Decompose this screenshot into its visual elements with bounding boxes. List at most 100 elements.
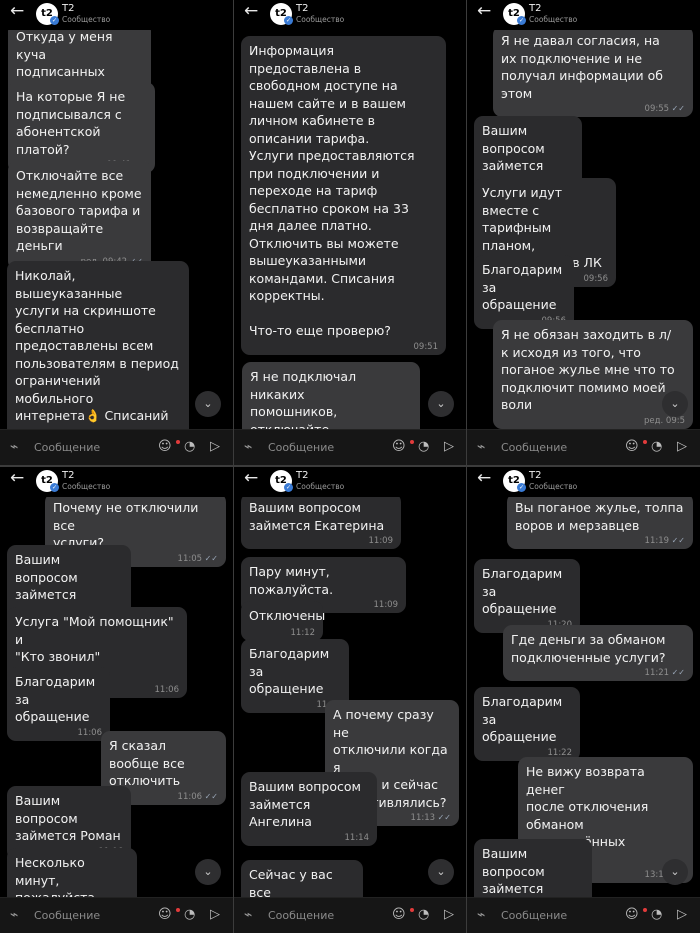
message-text: Благодарим за обращение	[482, 262, 563, 312]
scroll-down-icon[interactable]: ⌄	[428, 859, 454, 885]
scroll-down-icon[interactable]: ⌄	[195, 859, 221, 885]
read-check-icon: ✓✓	[669, 536, 685, 545]
incoming-message[interactable]: Вашим вопросом займется Ангелина 11:14	[241, 772, 377, 846]
emoji-icon[interactable]: ☺	[392, 439, 406, 455]
gif-icon[interactable]: ▷	[210, 907, 220, 923]
message-time: 11:09	[369, 536, 394, 546]
outgoing-message[interactable]: Вы поганое жулье, толпа воров и мерзавце…	[507, 493, 693, 549]
emoji-icon[interactable]: ☺	[625, 439, 639, 455]
compose-bar: ⌁Сообщение☺◔▷♪	[0, 897, 233, 933]
read-check-icon: ✓✓	[202, 553, 218, 563]
chat-screenshot-4: Почему не отключили все услуги? 11:05 ✓✓ В…	[0, 467, 233, 933]
gif-icon[interactable]: ▷	[444, 907, 454, 923]
message-input[interactable]: Сообщение	[268, 441, 334, 454]
incoming-message[interactable]: Благодарим за обращение 11:22	[474, 687, 580, 761]
panel-divider	[0, 465, 700, 467]
message-input[interactable]: Сообщение	[34, 441, 100, 454]
message-input[interactable]: Сообщение	[34, 909, 100, 922]
incoming-message[interactable]: Вашим вопросом займется Екатерина 11:09	[241, 493, 401, 549]
verified-check-icon: ✓	[284, 16, 293, 25]
sticker-icon[interactable]: ◔	[418, 907, 429, 923]
message-feed[interactable]: Вы поганое жулье, толпа воров и мерзавце…	[467, 467, 700, 930]
message-time-label: 11:12	[290, 628, 316, 638]
sticker-icon[interactable]: ◔	[184, 907, 195, 923]
scroll-down-icon[interactable]: ⌄	[428, 391, 454, 417]
chat-subtitle: Сообщество	[62, 15, 111, 24]
message-time: 11:22	[548, 748, 573, 758]
chat-subtitle: Сообщество	[529, 15, 578, 24]
message-text: Вашим вопросом займется Роман	[15, 793, 121, 843]
paperclip-icon[interactable]: ⌁	[477, 907, 485, 923]
outgoing-message[interactable]: Отключайте все немедленно кроме базового…	[8, 161, 151, 270]
chat-title[interactable]: Т2	[62, 3, 74, 14]
message-input[interactable]: Сообщение	[501, 909, 567, 922]
incoming-message[interactable]: Благодарим за обращение09:56	[474, 255, 574, 329]
back-arrow-icon[interactable]: ←	[10, 2, 24, 20]
chat-title[interactable]: Т2	[529, 470, 541, 481]
chat-title[interactable]: Т2	[62, 470, 74, 481]
chat-header: ← t2 ✓ Т2 Сообщество	[0, 467, 233, 497]
paperclip-icon[interactable]: ⌁	[10, 439, 18, 455]
incoming-message[interactable]: Благодарим за обращение11:20	[474, 559, 580, 633]
back-arrow-icon[interactable]: ←	[10, 469, 24, 487]
message-time: 09:51	[414, 342, 439, 352]
message-feed[interactable]: Информация предоставлена в свободном дос…	[234, 0, 466, 453]
message-input[interactable]: Сообщение	[501, 441, 567, 454]
message-text: Вы поганое жулье, толпа воров и мерзавце…	[515, 500, 684, 533]
outgoing-message[interactable]: На которые Я не подписывался с абонентск…	[8, 82, 155, 173]
scroll-down-icon[interactable]: ⌄	[662, 391, 688, 417]
gif-icon[interactable]: ▷	[210, 439, 220, 455]
emoji-icon[interactable]: ☺	[625, 907, 639, 923]
gif-icon[interactable]: ▷	[677, 439, 687, 455]
back-arrow-icon[interactable]: ←	[477, 2, 491, 20]
scroll-down-icon[interactable]: ⌄	[662, 859, 688, 885]
gif-icon[interactable]: ▷	[444, 439, 454, 455]
back-arrow-icon[interactable]: ←	[244, 469, 258, 487]
back-arrow-icon[interactable]: ←	[244, 2, 258, 20]
paperclip-icon[interactable]: ⌁	[477, 439, 485, 455]
message-text: Где деньги за обманом подключенные услуг…	[511, 632, 666, 665]
notification-dot	[410, 908, 414, 912]
paperclip-icon[interactable]: ⌁	[244, 907, 252, 923]
chat-subtitle: Сообщество	[529, 482, 578, 491]
gif-icon[interactable]: ▷	[677, 907, 687, 923]
message-time: 09:56	[584, 274, 609, 284]
chat-subtitle: Сообщество	[296, 482, 345, 491]
incoming-message[interactable]: Отключены 11:12	[241, 601, 325, 641]
outgoing-message[interactable]: Я не обязан заходить в л/ к исходя из то…	[493, 320, 693, 429]
incoming-message[interactable]: Благодарим за обращение 11:06	[7, 667, 110, 741]
back-arrow-icon[interactable]: ←	[477, 469, 491, 487]
message-input[interactable]: Сообщение	[268, 909, 334, 922]
incoming-message[interactable]: Информация предоставлена в свободном дос…	[241, 36, 446, 355]
emoji-icon[interactable]: ☺	[158, 439, 172, 455]
read-check-icon: ✓✓	[669, 668, 685, 677]
sticker-icon[interactable]: ◔	[418, 439, 429, 455]
message-time-label: 11:13	[410, 813, 436, 823]
emoji-icon[interactable]: ☺	[158, 907, 172, 923]
verified-check-icon: ✓	[517, 16, 526, 25]
message-time-label: 11:06	[154, 685, 180, 695]
outgoing-message[interactable]: Где деньги за обманом подключенные услуг…	[503, 625, 693, 681]
chat-screenshot-2: Информация предоставлена в свободном дос…	[234, 0, 466, 465]
message-time-label: 11:09	[373, 600, 399, 610]
scroll-down-icon[interactable]: ⌄	[195, 391, 221, 417]
paperclip-icon[interactable]: ⌁	[10, 907, 18, 923]
compose-bar: ⌁Сообщение☺◔▷♪	[467, 897, 700, 933]
message-feed[interactable]: Я не давал согласия, на их подключение и…	[467, 0, 700, 429]
message-time: 11:05 ✓✓	[178, 554, 218, 564]
chat-title[interactable]: Т2	[296, 470, 308, 481]
message-time: 11:06	[78, 728, 103, 738]
outgoing-message[interactable]: Я не давал согласия, на их подключение и…	[493, 26, 693, 117]
message-feed[interactable]: Откуда у меня куча подписанных услуг?09:…	[0, 0, 233, 465]
chat-title[interactable]: Т2	[296, 3, 308, 14]
message-time-label: 09:56	[583, 273, 609, 284]
sticker-icon[interactable]: ◔	[184, 439, 195, 455]
message-feed[interactable]: Вашим вопросом займется Екатерина 11:09 Па…	[234, 467, 466, 933]
emoji-icon[interactable]: ☺	[392, 907, 406, 923]
chat-title[interactable]: Т2	[529, 3, 541, 14]
sticker-icon[interactable]: ◔	[651, 907, 662, 923]
message-time-label: 11:06	[177, 791, 203, 802]
paperclip-icon[interactable]: ⌁	[244, 439, 252, 455]
sticker-icon[interactable]: ◔	[651, 439, 662, 455]
message-feed[interactable]: Почему не отключили все услуги? 11:05 ✓✓ В…	[0, 467, 233, 922]
